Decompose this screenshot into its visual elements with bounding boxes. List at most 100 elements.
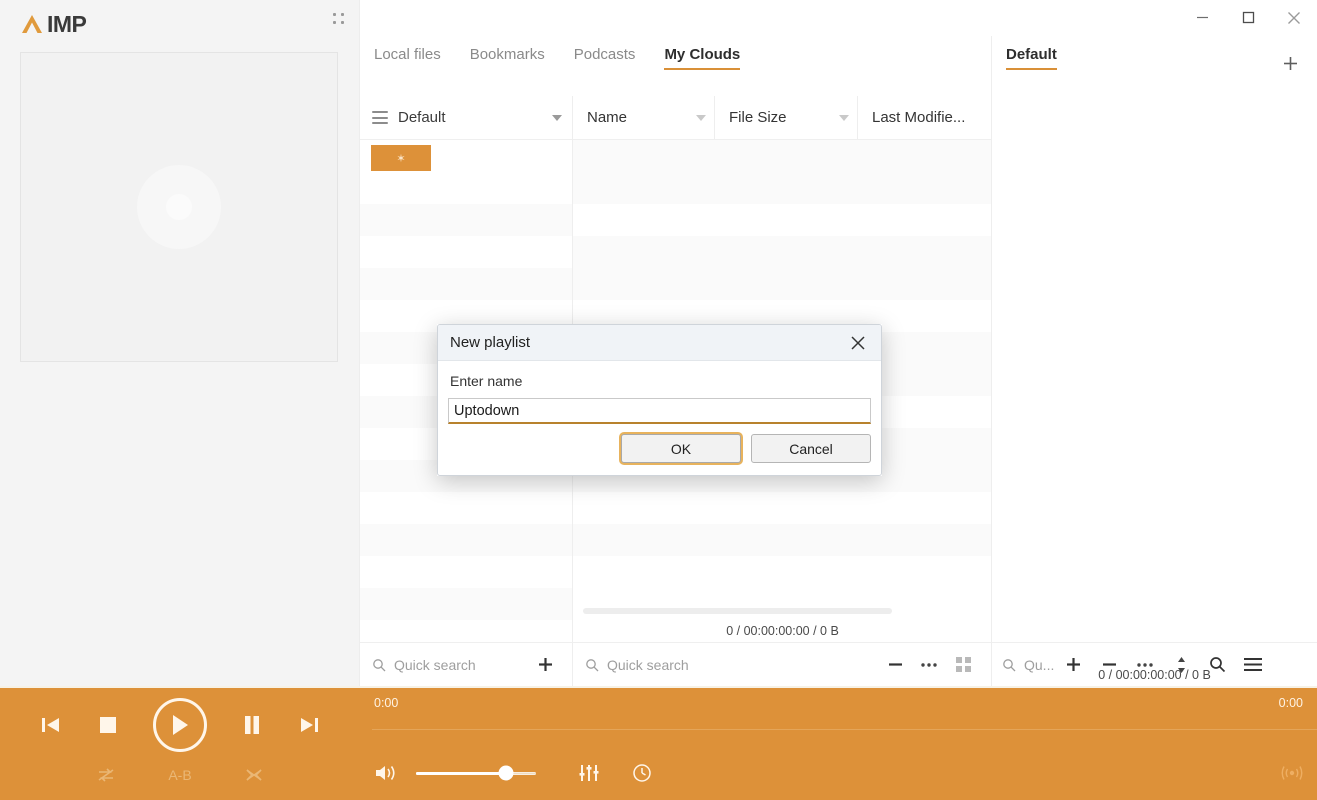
close-button[interactable]: [1271, 2, 1317, 34]
horizontal-scrollbar[interactable]: [583, 608, 892, 614]
play-button[interactable]: [152, 698, 207, 752]
window-controls: [1137, 0, 1317, 35]
playlist-name-value: Uptodown: [454, 402, 520, 419]
hamburger-icon[interactable]: [372, 111, 388, 124]
transport-controls: A-B: [0, 686, 360, 800]
sleep-timer-button[interactable]: [632, 763, 652, 783]
remove-button[interactable]: [878, 650, 912, 680]
tab-podcasts[interactable]: Podcasts: [574, 46, 636, 70]
list-item[interactable]: [360, 268, 572, 300]
table-row[interactable]: [573, 492, 992, 524]
maximize-button[interactable]: [1225, 2, 1271, 34]
dialog-field-label: Enter name: [450, 373, 523, 389]
tab-local-files[interactable]: Local files: [374, 46, 441, 70]
column-label: File Size: [729, 109, 787, 126]
list-item[interactable]: [360, 204, 572, 236]
aimp-player-window: IMP Local files Bookmarks Podcasts My Cl…: [0, 0, 1317, 800]
tab-bookmarks[interactable]: Bookmarks: [470, 46, 545, 70]
drag-grip-icon[interactable]: [333, 13, 346, 26]
table-row[interactable]: [573, 204, 992, 236]
playlist-panel: Default 0 / 00:00:00:00 / 0 B Qu...: [992, 0, 1317, 686]
playlist-find-button[interactable]: [1200, 650, 1234, 680]
playlist-remove-button[interactable]: [1092, 650, 1126, 680]
playlist-tab-default[interactable]: Default: [1006, 46, 1057, 70]
table-row[interactable]: [573, 268, 992, 300]
volume-icon: [376, 766, 395, 780]
search-placeholder-files: Quick search: [607, 656, 689, 673]
list-item[interactable]: [360, 492, 572, 524]
time-elapsed: 0:00: [374, 696, 399, 710]
grid-view-button[interactable]: [946, 650, 980, 680]
left-column: IMP: [0, 0, 360, 686]
browser-toolbar: Quick search Quick search: [360, 642, 992, 686]
playlist-add-button[interactable]: [1056, 650, 1090, 680]
transport-main-row: [0, 694, 360, 756]
table-row[interactable]: [573, 140, 992, 172]
table-row[interactable]: [573, 524, 992, 556]
broadcast-button[interactable]: [1281, 765, 1303, 781]
add-playlist-button[interactable]: [1277, 50, 1303, 76]
add-cloud-button[interactable]: [528, 650, 562, 680]
magnifier-icon: [1210, 657, 1225, 673]
cancel-button[interactable]: Cancel: [751, 434, 871, 463]
previous-track-icon: [42, 718, 60, 732]
previous-track-button[interactable]: [39, 714, 63, 736]
table-row[interactable]: [573, 236, 992, 268]
volume-button[interactable]: [374, 763, 398, 783]
cloud-item-selected[interactable]: ✶: [371, 145, 431, 171]
table-row[interactable]: [573, 172, 992, 204]
minimize-button[interactable]: [1179, 2, 1225, 34]
list-item[interactable]: [360, 172, 572, 204]
playlist-menu-button[interactable]: [1236, 650, 1270, 680]
playlist-track-list[interactable]: [992, 96, 1317, 642]
list-item[interactable]: [360, 588, 572, 620]
pause-button[interactable]: [242, 714, 262, 736]
sort-updown-icon: [1177, 656, 1185, 673]
tab-my-clouds[interactable]: My Clouds: [664, 46, 740, 70]
ok-button[interactable]: OK: [621, 434, 741, 463]
stop-icon: [100, 717, 117, 733]
next-track-button[interactable]: [297, 714, 321, 736]
cloud-selector[interactable]: Default: [360, 96, 572, 140]
column-header-name[interactable]: Name: [573, 96, 715, 139]
seek-bar[interactable]: 0:00 0:00: [360, 686, 1317, 730]
column-header-last-modified[interactable]: Last Modifie...: [858, 96, 991, 139]
list-item[interactable]: [360, 556, 572, 588]
filter-icon[interactable]: [696, 114, 706, 121]
stop-button[interactable]: [98, 715, 118, 735]
play-icon: [172, 715, 188, 735]
dialog-close-button[interactable]: [845, 330, 871, 356]
equalizer-button[interactable]: [578, 763, 600, 783]
playlist-more-button[interactable]: [1128, 650, 1162, 680]
more-options-button[interactable]: [912, 650, 946, 680]
broadcast-icon: [1281, 766, 1303, 780]
playlist-sort-button[interactable]: [1164, 650, 1198, 680]
search-input-left[interactable]: Quick search: [372, 657, 528, 673]
search-icon: [586, 658, 599, 671]
repeat-button[interactable]: [96, 766, 116, 784]
filter-icon[interactable]: [839, 114, 849, 121]
ab-repeat-button[interactable]: A-B: [168, 767, 191, 783]
clock-icon: [633, 764, 651, 782]
playlist-search-input[interactable]: Qu...: [1002, 657, 1054, 673]
list-item[interactable]: ✶: [360, 140, 572, 172]
column-header-file-size[interactable]: File Size: [715, 96, 858, 139]
volume-knob[interactable]: [498, 765, 514, 781]
search-input-files[interactable]: Quick search: [585, 657, 878, 673]
close-icon: [1288, 11, 1300, 24]
minus-icon: [1102, 663, 1116, 666]
playlist-name-input[interactable]: Uptodown: [448, 398, 871, 424]
shuffle-button[interactable]: [244, 766, 264, 784]
seek-track[interactable]: [372, 729, 1317, 730]
chevron-down-icon[interactable]: [552, 114, 562, 121]
menu-icon: [1244, 658, 1263, 671]
plus-icon: [1283, 56, 1297, 70]
playlist-toolbar: Qu...: [992, 642, 1317, 686]
pause-icon: [244, 716, 259, 734]
volume-slider[interactable]: [416, 765, 536, 781]
player-secondary-controls: [360, 746, 1317, 800]
list-item[interactable]: [360, 524, 572, 556]
list-item[interactable]: [360, 236, 572, 268]
column-label: Name: [587, 109, 628, 126]
album-art-placeholder: [20, 52, 338, 362]
